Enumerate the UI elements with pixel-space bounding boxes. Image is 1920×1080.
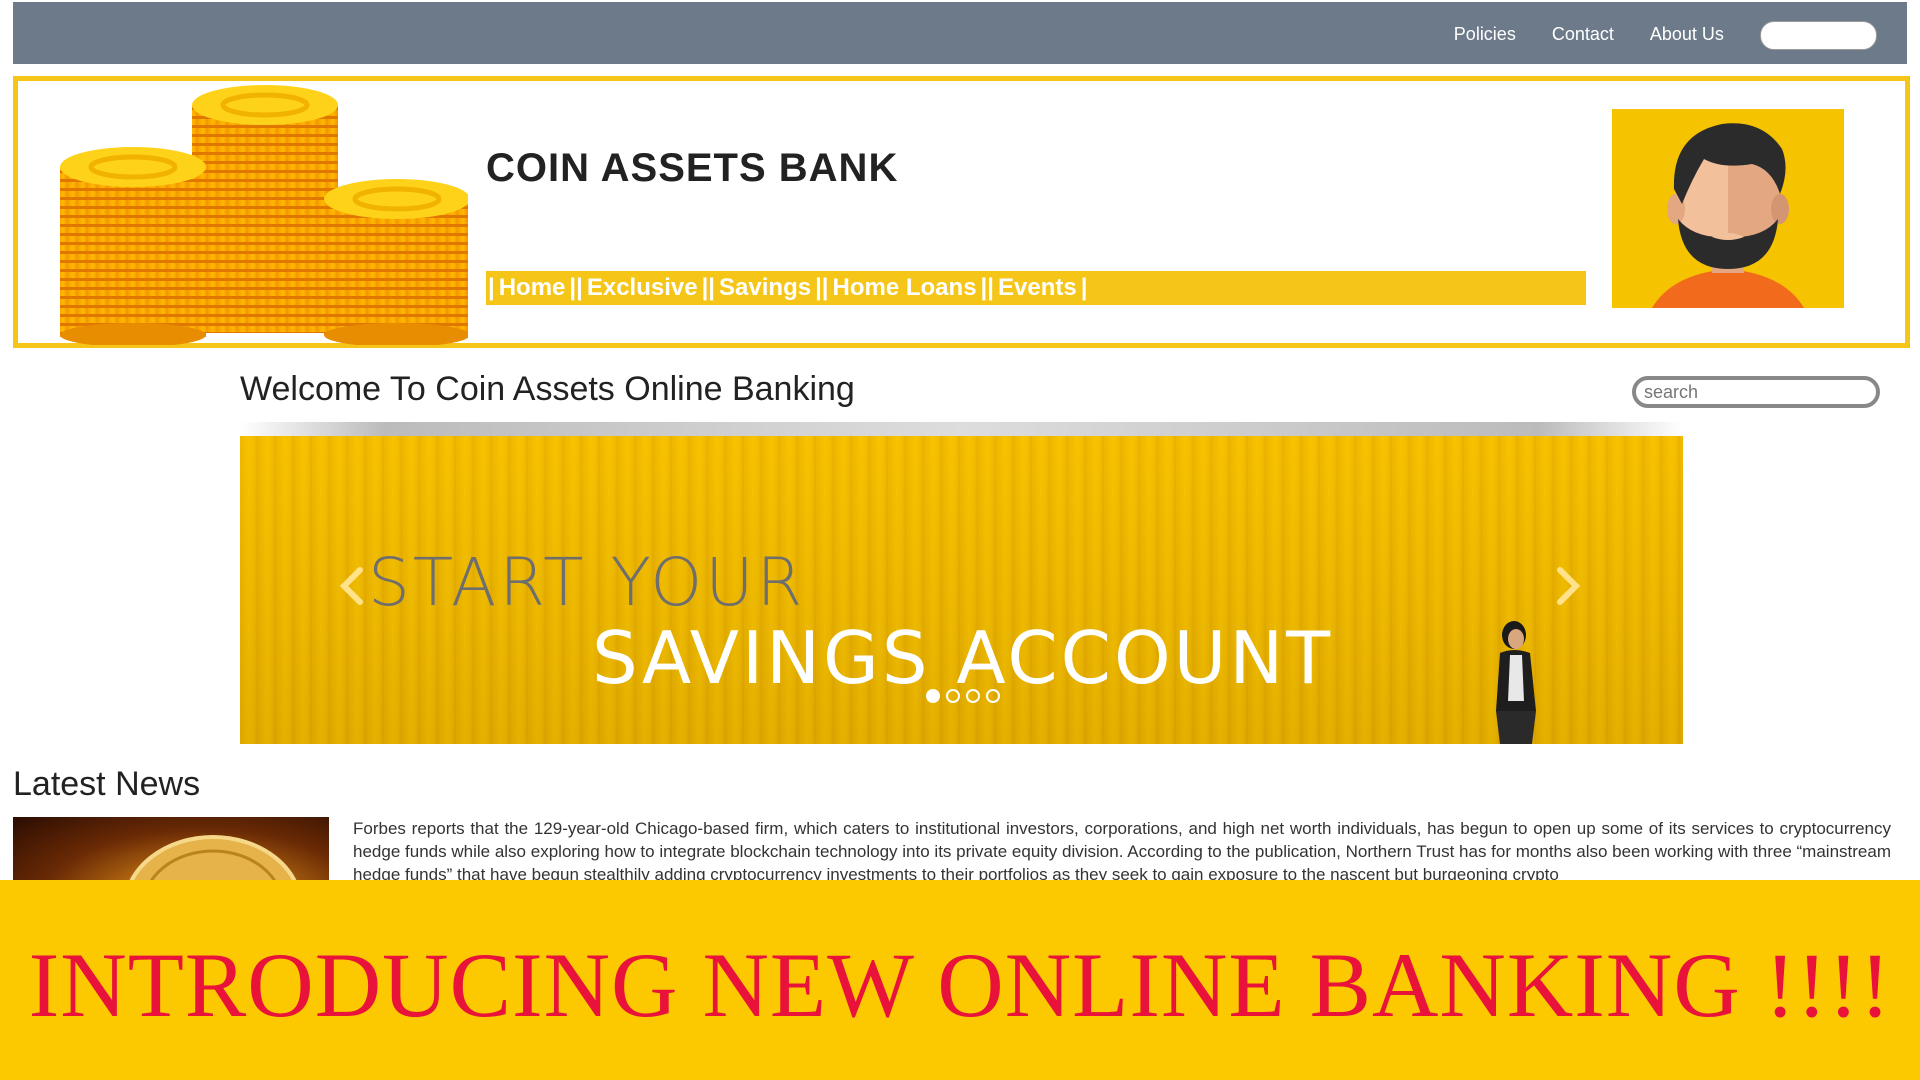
carousel-dot-3[interactable] — [966, 689, 980, 703]
hero-carousel[interactable]: START YOUR SAVINGS ACCOUNT — [240, 436, 1683, 744]
site-header: COIN ASSETS BANK | Home || Exclusive || … — [13, 76, 1910, 348]
nav-item-events[interactable]: Events — [994, 274, 1081, 302]
login-button[interactable]: Login / Sign — [1759, 21, 1877, 50]
banner-headline-2: SAVINGS ACCOUNT — [592, 616, 1334, 700]
coins-stack-icon — [60, 85, 468, 345]
promo-text: INTRODUCING NEW ONLINE BANKING !!!! — [28, 934, 1892, 1036]
bitcoin-coin-icon — [126, 835, 300, 887]
search-input[interactable] — [1632, 376, 1880, 408]
woman-figure-image — [1496, 621, 1536, 744]
top-link-policies[interactable]: Policies — [1454, 24, 1516, 45]
banner-top-bar — [240, 422, 1683, 436]
carousel-dot-1[interactable] — [926, 689, 940, 703]
carousel-indicators — [926, 689, 1000, 703]
chevron-left-icon[interactable] — [338, 566, 366, 606]
avatar[interactable] — [1612, 109, 1844, 308]
promo-banner: INTRODUCING NEW ONLINE BANKING !!!! — [0, 880, 1920, 1080]
nav-item-home-loans[interactable]: Home Loans — [829, 274, 981, 302]
top-link-about-us[interactable]: About Us — [1650, 24, 1724, 45]
nav-item-home[interactable]: Home — [495, 274, 570, 302]
carousel-dot-2[interactable] — [946, 689, 960, 703]
news-article-text: Forbes reports that the 129-year-old Chi… — [353, 819, 1891, 884]
top-bar: Policies Contact About Us Login / Sign — [13, 2, 1907, 64]
chevron-right-icon[interactable] — [1554, 566, 1582, 606]
news-bitcoin-image — [13, 817, 329, 887]
main-nav: | Home || Exclusive || Savings || Home L… — [486, 271, 1586, 305]
welcome-heading: Welcome To Coin Assets Online Banking — [240, 370, 855, 408]
latest-news-heading: Latest News — [13, 765, 201, 803]
bank-title: COIN ASSETS BANK — [486, 146, 899, 190]
banner-headline-1: START YOUR — [368, 544, 806, 621]
top-nav: Policies Contact About Us Login / Sign — [1454, 18, 1877, 50]
nav-item-exclusive[interactable]: Exclusive — [583, 274, 702, 302]
nav-item-savings[interactable]: Savings — [715, 274, 815, 302]
avatar-icon — [1652, 123, 1804, 308]
top-link-contact[interactable]: Contact — [1552, 24, 1614, 45]
carousel-dot-4[interactable] — [986, 689, 1000, 703]
